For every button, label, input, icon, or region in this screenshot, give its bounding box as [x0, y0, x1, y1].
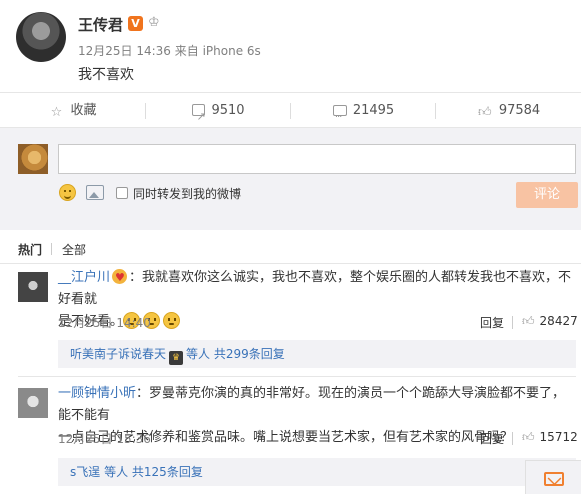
star-icon: ☆ [50, 105, 63, 120]
like-button[interactable]: 👍︎ 97584 [436, 93, 581, 128]
reply-button[interactable]: 回复 [480, 430, 504, 447]
comment-button[interactable]: 21495 [291, 93, 436, 135]
sub-reply-summary[interactable]: 等人 共125条回复 [104, 465, 203, 479]
commenter-avatar[interactable] [18, 388, 48, 418]
comment-time: 12月25日 15:36 [58, 432, 151, 446]
comment-input[interactable] [58, 144, 576, 174]
verified-icon: V [128, 16, 143, 31]
sub-reply-user[interactable]: 听美南子诉说春天 [70, 347, 166, 361]
comment-icon [332, 100, 347, 135]
tab-hot[interactable]: 热门 [18, 241, 42, 258]
author-avatar[interactable] [16, 12, 66, 62]
mail-icon [544, 472, 564, 486]
comment-item: 一顾钟情小昕：罗曼蒂克你演的真的非常好。现在的演员一个个跪舔大导演脸都不要了，能… [0, 378, 581, 494]
post-action-bar: ☆ 收藏 9510 21495 👍︎ 97584 [0, 92, 581, 135]
message-float-button[interactable] [525, 460, 581, 494]
thumb-up-icon: 👍︎ [522, 314, 535, 328]
repost-checkbox[interactable] [116, 187, 128, 199]
repost-checkbox-label[interactable]: 同时转发到我的微博 [133, 185, 241, 202]
comment-like-count: 28427 [539, 314, 578, 328]
thumb-up-icon: 👍︎ [478, 105, 492, 120]
emoji-icon [163, 312, 181, 329]
emoji-icon[interactable] [59, 184, 76, 201]
crown-icon: ♔ [148, 15, 160, 30]
post-text: 我不喜欢 [78, 67, 134, 83]
badge-icon: ♛ [169, 351, 184, 365]
sub-replies-bar[interactable]: 听美南子诉说春天 ♛ 等人 共299条回复 [58, 340, 576, 368]
weibo-post-page: 王传君 V ♔ 12月25日 14:36 来自 iPhone 6s 我不喜欢 ☆… [0, 0, 581, 494]
comment-like-button[interactable]: 👍︎ 15712 [522, 430, 578, 445]
like-count: 97584 [498, 103, 541, 118]
post-header: 王传君 V ♔ 12月25日 14:36 来自 iPhone 6s 我不喜欢 [0, 0, 581, 92]
submit-comment-button[interactable]: 评论 [516, 182, 578, 208]
action-divider [512, 316, 513, 329]
sub-reply-user[interactable]: s飞逞 [70, 465, 100, 479]
repost-count: 9510 [211, 103, 245, 118]
reply-button[interactable]: 回复 [480, 314, 504, 331]
comment-item: __江户川：我就喜欢你这么诚实，我也不喜欢，整个娱乐圈的人都转发我也不喜欢，不好… [0, 264, 581, 376]
repost-button[interactable]: 9510 [146, 93, 291, 134]
heart-badge-icon [112, 267, 128, 289]
commenter-name[interactable]: 一顾钟情小昕 [58, 386, 136, 401]
comment-like-count: 15712 [539, 430, 578, 444]
tab-all[interactable]: 全部 [62, 241, 86, 258]
favorite-label: 收藏 [70, 103, 97, 118]
sub-replies-bar[interactable]: s飞逞 等人 共125条回复 [58, 458, 576, 486]
sub-reply-summary[interactable]: 等人 共299条回复 [186, 347, 285, 361]
thumb-up-icon: 👍︎ [522, 430, 535, 444]
comment-divider [18, 376, 576, 377]
comment-count: 21495 [352, 103, 395, 118]
my-avatar [18, 144, 48, 174]
commenter-avatar[interactable] [18, 272, 48, 302]
comment-like-button[interactable]: 👍︎ 28427 [522, 314, 578, 329]
commenter-name[interactable]: __江户川 [58, 270, 110, 285]
action-divider [512, 432, 513, 445]
share-icon [192, 99, 206, 134]
comment-text-line: ：我就喜欢你这么诚实，我也不喜欢，整个娱乐圈的人都转发我也不喜欢，不好看就 [58, 270, 572, 307]
comment-composer: 同时转发到我的微博 评论 [0, 128, 581, 230]
comment-time: 12月25日 14:40 [58, 316, 151, 330]
image-icon[interactable] [86, 185, 104, 200]
favorite-button[interactable]: ☆ 收藏 [0, 93, 145, 128]
author-name[interactable]: 王传君 [78, 14, 123, 35]
comment-tabs: 热门 全部 [0, 232, 581, 264]
post-meta: 12月25日 14:36 来自 iPhone 6s [78, 44, 261, 58]
tab-divider [51, 243, 52, 255]
